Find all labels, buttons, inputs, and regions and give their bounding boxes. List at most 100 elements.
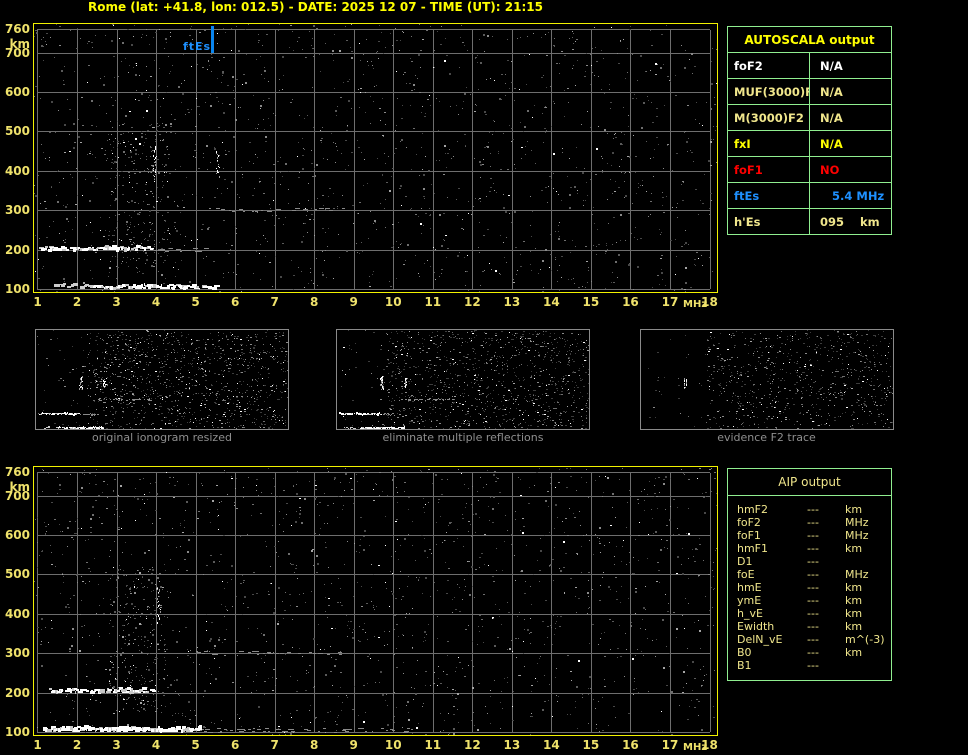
- aip-param-unit: km: [845, 620, 891, 633]
- x-tick-label: 2: [66, 739, 88, 751]
- x-tick-label: 17: [659, 739, 681, 751]
- autoscala-param-value: 5.4 MHz: [810, 183, 892, 209]
- x-tick-label: 1: [27, 739, 49, 751]
- aip-param-unit: [845, 555, 891, 568]
- x-tick-label: 6: [224, 296, 246, 308]
- y-tick-label: 760: [0, 23, 30, 35]
- autoscala-output-table: AUTOSCALA output foF2N/AMUF(3000)F2N/AM(…: [727, 26, 892, 235]
- aip-param-label: foF2: [737, 516, 807, 529]
- aip-row: foE---MHz: [728, 568, 891, 581]
- aip-row: hmF1---km: [728, 542, 891, 555]
- aip-param-unit: km: [845, 581, 891, 594]
- aip-row: B0---km: [728, 646, 891, 659]
- autoscala-row: h'Es095 km: [728, 209, 892, 235]
- ftes-marker-line: [211, 26, 214, 53]
- aip-param-label: hmF2: [737, 503, 807, 516]
- panel-original-ionogram: [35, 329, 289, 430]
- aip-param-label: foE: [737, 568, 807, 581]
- y-tick-label: 100: [0, 283, 30, 295]
- x-tick-label: 13: [501, 296, 523, 308]
- autoscala-param-label: MUF(3000)F2: [728, 79, 810, 105]
- aip-param-label: hmE: [737, 581, 807, 594]
- y-tick-label: 600: [0, 529, 30, 541]
- autoscala-param-label: h'Es: [728, 209, 810, 235]
- autoscala-param-label: foF2: [728, 53, 810, 79]
- aip-param-value: ---: [807, 503, 845, 516]
- aip-row: Ewidth---km: [728, 620, 891, 633]
- x-tick-label: 16: [619, 296, 641, 308]
- aip-param-label: hmF1: [737, 542, 807, 555]
- aip-param-label: h_vE: [737, 607, 807, 620]
- caption-eliminate-reflections: eliminate multiple reflections: [336, 432, 590, 444]
- aip-row: D1---: [728, 555, 891, 568]
- autoscala-row: M(3000)F2N/A: [728, 105, 892, 131]
- x-tick-label: 6: [224, 739, 246, 751]
- x-tick-label: 14: [540, 296, 562, 308]
- caption-original-ionogram: original ionogram resized: [35, 432, 289, 444]
- aip-row: foF1---MHz: [728, 529, 891, 542]
- y-tick-label: 200: [0, 687, 30, 699]
- aip-row: hmE---km: [728, 581, 891, 594]
- aip-param-label: foF1: [737, 529, 807, 542]
- autoscala-param-label: ftEs: [728, 183, 810, 209]
- aip-param-value: ---: [807, 646, 845, 659]
- x-tick-label: 9: [343, 739, 365, 751]
- autoscala-param-value: 095 km: [810, 209, 892, 235]
- x-tick-label: 10: [382, 739, 404, 751]
- y-tick-label: 400: [0, 165, 30, 177]
- autoscala-param-value: N/A: [810, 131, 892, 157]
- aip-param-unit: km: [845, 503, 891, 516]
- aip-param-label: Ewidth: [737, 620, 807, 633]
- autoscala-row: MUF(3000)F2N/A: [728, 79, 892, 105]
- aip-param-label: ymE: [737, 594, 807, 607]
- aip-param-value: ---: [807, 607, 845, 620]
- x-tick-label: 12: [461, 739, 483, 751]
- aip-param-unit: [845, 659, 891, 672]
- y-tick-label: 760: [0, 466, 30, 478]
- x-tick-label: 5: [185, 296, 207, 308]
- table-header-row: AUTOSCALA output: [728, 27, 892, 53]
- y-tick-label: 500: [0, 568, 30, 580]
- x-tick-label: 10: [382, 296, 404, 308]
- y-axis-unit-label: km: [0, 38, 30, 50]
- aip-param-label: B0: [737, 646, 807, 659]
- x-axis-unit-label: MHz: [683, 300, 707, 310]
- autoscala-row: foF2N/A: [728, 53, 892, 79]
- panel-evidence-canvas: [641, 330, 893, 429]
- autoscala-row: ftEs 5.4 MHz: [728, 183, 892, 209]
- aip-param-value: ---: [807, 594, 845, 607]
- autoscala-table-title: AUTOSCALA output: [728, 27, 892, 53]
- aip-param-unit: m^(-3): [845, 633, 891, 646]
- x-tick-label: 2: [66, 296, 88, 308]
- aip-param-label: B1: [737, 659, 807, 672]
- aip-row: B1---: [728, 659, 891, 672]
- x-tick-label: 16: [619, 739, 641, 751]
- autoscala-row: foF1NO: [728, 157, 892, 183]
- autoscala-param-value: N/A: [810, 105, 892, 131]
- y-tick-label: 400: [0, 608, 30, 620]
- panel-eliminate-canvas: [337, 330, 589, 429]
- ionogram-plot-bottom: [33, 466, 718, 736]
- autoscala-param-label: M(3000)F2: [728, 105, 810, 131]
- autoscala-param-value: N/A: [810, 53, 892, 79]
- x-tick-label: 7: [264, 296, 286, 308]
- ionogram-plot-top: [33, 23, 718, 293]
- aip-param-unit: km: [845, 542, 891, 555]
- aip-param-unit: MHz: [845, 516, 891, 529]
- aip-row: foF2---MHz: [728, 516, 891, 529]
- aip-param-value: ---: [807, 620, 845, 633]
- aip-param-label: D1: [737, 555, 807, 568]
- x-axis-unit-label: MHz: [683, 743, 707, 753]
- autoscala-param-label: foF1: [728, 157, 810, 183]
- x-tick-label: 11: [422, 296, 444, 308]
- x-tick-label: 9: [343, 296, 365, 308]
- x-tick-label: 12: [461, 296, 483, 308]
- y-tick-label: 300: [0, 647, 30, 659]
- autoscala-row: fxIN/A: [728, 131, 892, 157]
- aip-param-value: ---: [807, 568, 845, 581]
- aip-param-value: ---: [807, 529, 845, 542]
- page-title: Rome (lat: +41.8, lon: 012.5) - DATE: 20…: [88, 0, 543, 14]
- aip-param-value: ---: [807, 516, 845, 529]
- x-tick-label: 4: [145, 739, 167, 751]
- aip-output-table: AIP output hmF2---kmfoF2---MHzfoF1---MHz…: [727, 468, 892, 681]
